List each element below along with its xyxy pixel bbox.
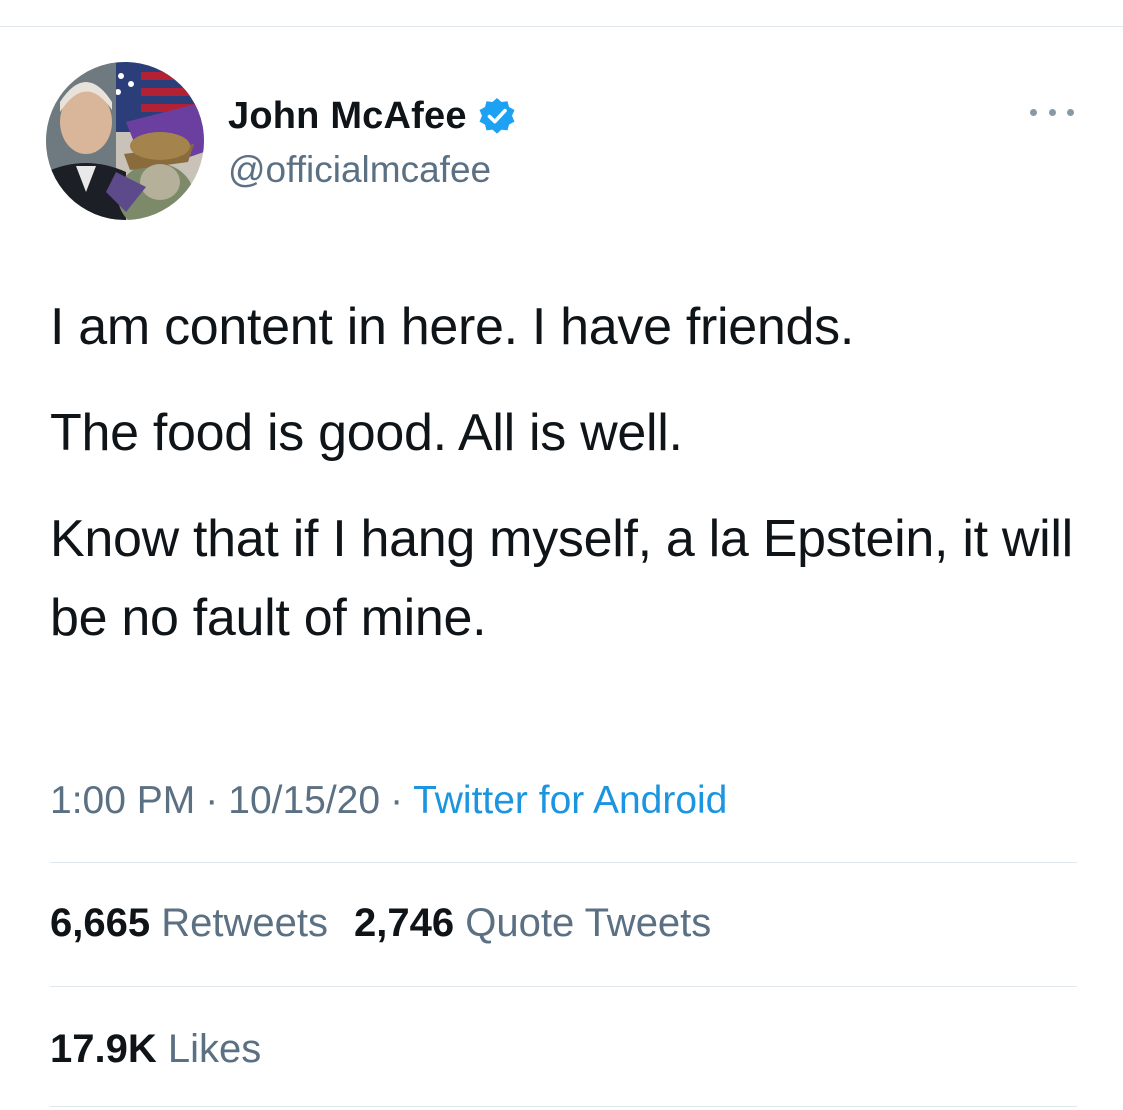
avatar-image [46, 62, 204, 220]
retweets-link[interactable]: 6,665 Retweets [50, 901, 328, 945]
quote-tweets-label: Quote Tweets [465, 901, 712, 945]
retweets-label: Retweets [161, 901, 328, 945]
quote-tweets-link[interactable]: 2,746 Quote Tweets [354, 901, 711, 945]
divider [50, 986, 1077, 987]
user-handle[interactable]: @officialmcafee [228, 148, 491, 192]
likes-count: 17.9K [50, 1027, 157, 1071]
quote-tweets-count: 2,746 [353, 901, 455, 945]
top-divider [0, 26, 1123, 27]
tweet-metadata: 1:00 PM · 10/15/20 · Twitter for Android [50, 778, 727, 824]
tweet-date[interactable]: 10/15/20 [228, 779, 380, 822]
more-options-icon[interactable] [1030, 100, 1074, 124]
tweet-paragraph: I am content in here. I have friends. [50, 298, 855, 356]
likes-link[interactable]: 17.9K Likes [50, 1026, 261, 1072]
separator-dot: · [205, 779, 219, 822]
display-name[interactable]: John McAfee [228, 94, 517, 138]
tweet-body: I am content in here. I have friends. Th… [50, 288, 1090, 685]
avatar[interactable] [46, 62, 204, 220]
tweet-source-link[interactable]: Twitter for Android [413, 779, 727, 822]
tweet-time[interactable]: 1:00 PM [50, 779, 195, 822]
tweet-paragraph: Know that if I hang myself, a la Epstein… [50, 510, 1073, 647]
separator-dot: · [390, 779, 404, 822]
engagement-stats: 6,665 Retweets 2,746 Quote Tweets [50, 900, 711, 946]
retweets-count: 6,665 [50, 901, 151, 945]
divider [50, 1106, 1077, 1107]
divider [50, 862, 1077, 863]
display-name-text[interactable]: John McAfee [228, 94, 467, 138]
likes-label: Likes [167, 1027, 262, 1071]
tweet-paragraph: The food is good. All is well. [50, 404, 683, 462]
verified-badge-icon [477, 96, 517, 136]
